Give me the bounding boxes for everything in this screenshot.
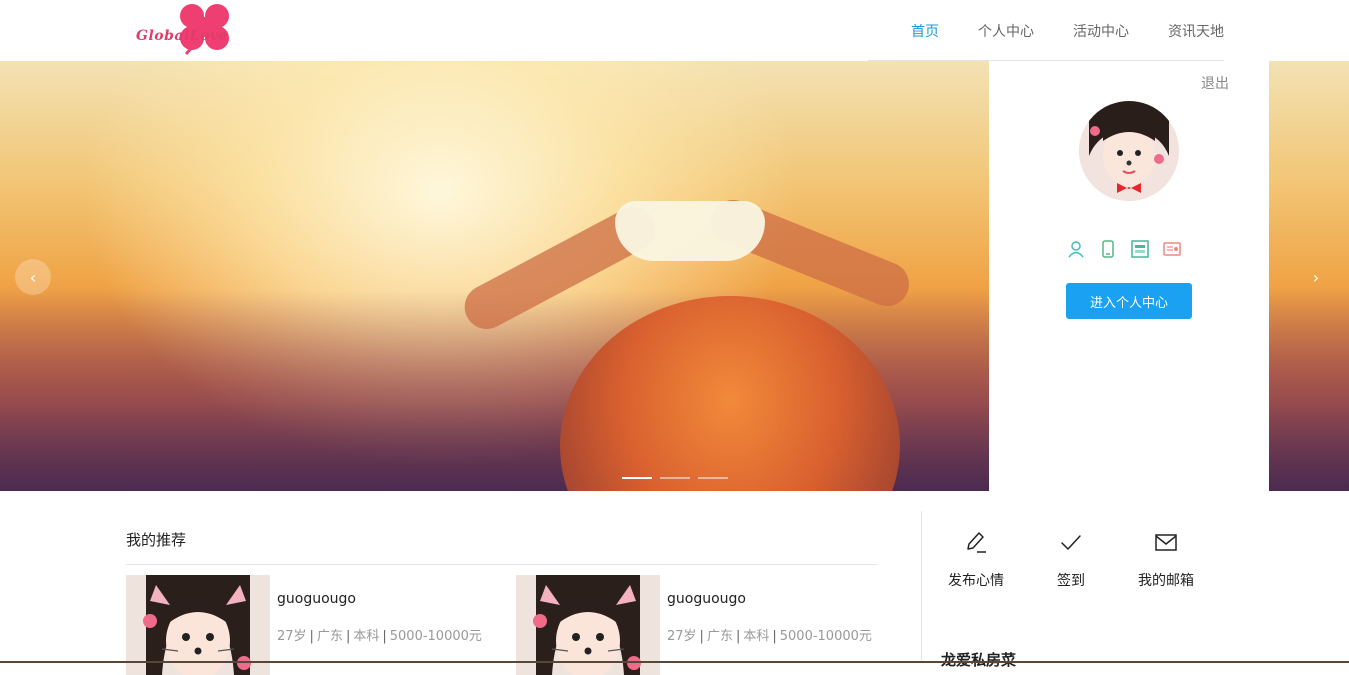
separator: | xyxy=(345,629,351,644)
sign-in-label: 签到 xyxy=(1057,573,1085,589)
carousel-dot[interactable] xyxy=(660,477,690,479)
profile-education: 本科 xyxy=(743,629,770,644)
separator: | xyxy=(772,629,777,644)
sidebar-heading: 龙爱私房菜 xyxy=(941,651,1017,669)
profile-region: 广东 xyxy=(706,629,733,644)
id-card-icon[interactable] xyxy=(1131,240,1149,258)
user-quick-icons xyxy=(1067,240,1195,258)
recommend-card[interactable]: guoguougo 27岁 | 广东 | 本科 | 5000-10000元 xyxy=(516,575,886,675)
profile-age: 27岁 xyxy=(277,629,307,644)
mail-icon xyxy=(1155,534,1177,551)
banner-heart-shape xyxy=(615,201,765,261)
profile-name[interactable]: guoguougo xyxy=(667,591,746,607)
profile-photo-image xyxy=(126,575,270,675)
carousel-next-button[interactable]: › xyxy=(1298,259,1334,295)
user-icon[interactable] xyxy=(1067,240,1085,258)
profile-income: 5000-10000元 xyxy=(779,629,872,644)
phone-icon[interactable] xyxy=(1099,240,1117,258)
avatar-image xyxy=(1079,101,1179,201)
header: GlobalLove 首页 个人中心 活动中心 资讯天地 xyxy=(0,0,1349,61)
user-card: 退出 进入个人中心 xyxy=(989,61,1269,491)
separator: | xyxy=(309,629,314,644)
enter-personal-center-button[interactable]: 进入个人中心 xyxy=(1066,283,1192,319)
separator: | xyxy=(699,629,704,644)
profile-education: 本科 xyxy=(353,629,380,644)
logo[interactable]: GlobalLove xyxy=(134,0,234,58)
profile-info: 27岁 | 广东 | 本科 | 5000-10000元 xyxy=(277,627,482,646)
carousel-prev-button[interactable]: ‹ xyxy=(15,259,51,295)
chevron-right-icon: › xyxy=(1312,267,1320,287)
sign-in-button[interactable]: 签到 xyxy=(1026,530,1116,590)
post-mood-label: 发布心情 xyxy=(948,573,1004,589)
carousel-dot[interactable] xyxy=(622,477,652,479)
logo-text: GlobalLove xyxy=(136,28,229,44)
profile-income: 5000-10000元 xyxy=(389,629,482,644)
my-mailbox-button[interactable]: 我的邮箱 xyxy=(1121,530,1211,590)
nav-item-news[interactable]: 资讯天地 xyxy=(1168,21,1224,41)
main-nav: 首页 个人中心 活动中心 资讯天地 xyxy=(872,0,1224,61)
post-mood-button[interactable]: 发布心情 xyxy=(931,530,1021,590)
carousel-dot[interactable] xyxy=(698,477,728,479)
my-mailbox-label: 我的邮箱 xyxy=(1138,573,1194,589)
pencil-icon xyxy=(967,532,986,553)
profile-age: 27岁 xyxy=(667,629,697,644)
separator: | xyxy=(735,629,741,644)
profile-photo[interactable] xyxy=(126,575,270,675)
carousel-indicators xyxy=(622,477,736,479)
recommend-title: 我的推荐 xyxy=(126,531,187,549)
avatar[interactable] xyxy=(1079,101,1179,201)
profile-name[interactable]: guoguougo xyxy=(277,591,356,607)
nav-item-home[interactable]: 首页 xyxy=(911,21,939,41)
certificate-icon[interactable] xyxy=(1163,240,1181,258)
recommend-card[interactable]: guoguougo 27岁 | 广东 | 本科 | 5000-10000元 xyxy=(126,575,496,675)
profile-info: 27岁 | 广东 | 本科 | 5000-10000元 xyxy=(667,627,872,646)
logout-link[interactable]: 退出 xyxy=(1201,73,1229,93)
profile-photo[interactable] xyxy=(516,575,660,675)
nav-item-personal-center[interactable]: 个人中心 xyxy=(978,21,1034,41)
separator: | xyxy=(382,629,387,644)
sidebar-divider xyxy=(921,511,922,663)
chevron-left-icon: ‹ xyxy=(29,267,37,287)
recommend-divider xyxy=(126,564,877,565)
profile-region: 广东 xyxy=(316,629,343,644)
profile-photo-image xyxy=(516,575,660,675)
nav-item-activity-center[interactable]: 活动中心 xyxy=(1073,21,1129,41)
check-icon xyxy=(1061,535,1081,550)
